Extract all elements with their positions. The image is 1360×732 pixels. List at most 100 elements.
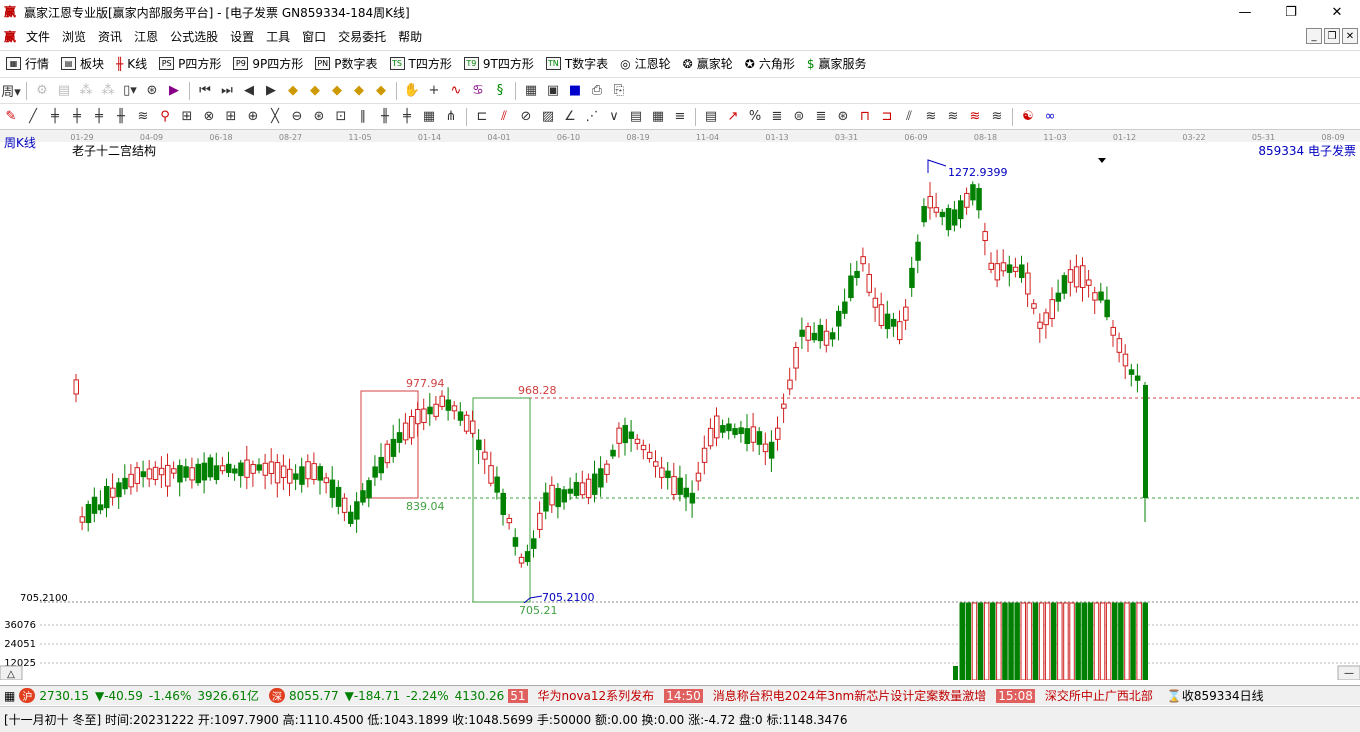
draw-39-icon[interactable]: ⫽ xyxy=(899,107,919,127)
toolbar-p-table-button[interactable]: PN P数字表 xyxy=(309,55,383,72)
draw-27-icon[interactable]: ∨ xyxy=(604,107,624,127)
table-icon[interactable]: ▦ xyxy=(4,689,15,703)
dropdown-arrow-icon[interactable] xyxy=(1098,158,1106,163)
draw-35-icon[interactable]: ≣ xyxy=(811,107,831,127)
draw-3-icon[interactable]: ╪ xyxy=(67,107,87,127)
mdi-close-icon[interactable]: ✕ xyxy=(1342,28,1358,44)
print-icon[interactable]: ⎙ xyxy=(587,81,607,101)
menu-trade[interactable]: 交易委托 xyxy=(332,28,392,45)
draw-11-icon[interactable]: ⊕ xyxy=(243,107,263,127)
diamond-1-icon[interactable]: ◆ xyxy=(283,81,303,101)
draw-21-icon[interactable]: ⊏ xyxy=(472,107,492,127)
mdi-minimize-icon[interactable]: _ xyxy=(1306,28,1322,44)
toolbar-service-button[interactable]: $ 赢家服务 xyxy=(801,55,873,72)
draw-20-icon[interactable]: ⋔ xyxy=(441,107,461,127)
draw-5-icon[interactable]: ╫ xyxy=(111,107,131,127)
toolbar-hexagon-button[interactable]: ✪ 六角形 xyxy=(739,55,801,72)
toolbar-p-square-button[interactable]: PS P四方形 xyxy=(153,55,227,72)
percent-icon[interactable]: ⊛ xyxy=(142,81,162,101)
minimize-icon[interactable]: — xyxy=(1222,0,1268,24)
tool-3-icon[interactable]: ⁂ xyxy=(76,81,96,101)
tool-2-icon[interactable]: ▤ xyxy=(54,81,74,101)
draw-30-icon[interactable]: ≡ xyxy=(670,107,690,127)
toolbar-9p-square-button[interactable]: P9 9P四方形 xyxy=(227,55,309,72)
infinity-icon[interactable]: ∞ xyxy=(1040,107,1060,127)
tool-5-icon[interactable]: ♋ xyxy=(468,81,488,101)
next-icon[interactable]: ▶ xyxy=(261,81,281,101)
toolbar-t-square-button[interactable]: TS T四方形 xyxy=(384,55,458,72)
draw-29-icon[interactable]: ▦ xyxy=(648,107,668,127)
draw-6-icon[interactable]: ≋ xyxy=(133,107,153,127)
draw-22-icon[interactable]: ⫽ xyxy=(494,107,514,127)
save-icon[interactable]: ■ xyxy=(565,81,585,101)
draw-25-icon[interactable]: ∠ xyxy=(560,107,580,127)
draw-38-icon[interactable]: ⊐ xyxy=(877,107,897,127)
close-icon[interactable]: ✕ xyxy=(1314,0,1360,24)
draw-17-icon[interactable]: ╫ xyxy=(375,107,395,127)
draw-12-icon[interactable]: ╳ xyxy=(265,107,285,127)
draw-33-icon[interactable]: ≣ xyxy=(767,107,787,127)
draw-10-icon[interactable]: ⊞ xyxy=(221,107,241,127)
draw-23-icon[interactable]: ⊘ xyxy=(516,107,536,127)
draw-13-icon[interactable]: ⊖ xyxy=(287,107,307,127)
wave-icon[interactable]: ∿ xyxy=(446,81,466,101)
menu-file[interactable]: 文件 xyxy=(20,28,56,45)
menu-browse[interactable]: 浏览 xyxy=(56,28,92,45)
news-item-1[interactable]: 华为nova12系列发布 xyxy=(538,687,655,704)
toolbar-board-button[interactable]: ▤ 板块 xyxy=(55,55,110,72)
draw-9-icon[interactable]: ⊗ xyxy=(199,107,219,127)
toolbar-t-table-button[interactable]: TN T数字表 xyxy=(540,55,614,72)
tool-6-icon[interactable]: § xyxy=(490,81,510,101)
cursor-icon[interactable]: ▯▾ xyxy=(120,81,140,101)
draw-16-icon[interactable]: ∥ xyxy=(353,107,373,127)
draw-2-icon[interactable]: ╪ xyxy=(45,107,65,127)
toolbar-winner-wheel-button[interactable]: ❂ 赢家轮 xyxy=(677,55,739,72)
flag-icon[interactable]: ▶ xyxy=(164,81,184,101)
diamond-5-icon[interactable]: ◆ xyxy=(371,81,391,101)
draw-36-icon[interactable]: ⊛ xyxy=(833,107,853,127)
toolbar-9t-square-button[interactable]: T9 9T四方形 xyxy=(458,55,540,72)
crosshair-icon[interactable]: + xyxy=(424,81,444,101)
pencil-icon[interactable]: ✎ xyxy=(1,107,21,127)
draw-15-icon[interactable]: ⊡ xyxy=(331,107,351,127)
period-dropdown-icon[interactable]: 周▾ xyxy=(1,81,21,101)
toolbar-gann-wheel-button[interactable]: ◎ 江恩轮 xyxy=(614,55,677,72)
draw-28-icon[interactable]: ▤ xyxy=(626,107,646,127)
draw-37-icon[interactable]: ⊓ xyxy=(855,107,875,127)
menu-settings[interactable]: 设置 xyxy=(224,28,260,45)
export-icon[interactable]: ⎘ xyxy=(609,81,629,101)
prev-icon[interactable]: ◀ xyxy=(239,81,259,101)
draw-7-icon[interactable]: ⚲ xyxy=(155,107,175,127)
menu-help[interactable]: 帮助 xyxy=(392,28,428,45)
draw-24-icon[interactable]: ▨ xyxy=(538,107,558,127)
draw-4-icon[interactable]: ╪ xyxy=(89,107,109,127)
diamond-4-icon[interactable]: ◆ xyxy=(349,81,369,101)
mdi-restore-icon[interactable]: ❐ xyxy=(1324,28,1340,44)
draw-1-icon[interactable]: ╱ xyxy=(23,107,43,127)
last-icon[interactable]: ⏭ xyxy=(217,81,237,101)
toolbar-quotes-button[interactable]: ▦ 行情 xyxy=(0,55,55,72)
calculator-icon[interactable]: ▣ xyxy=(543,81,563,101)
tool-4-icon[interactable]: ⁂ xyxy=(98,81,118,101)
maximize-icon[interactable]: ❐ xyxy=(1268,0,1314,24)
menu-tools[interactable]: 工具 xyxy=(260,28,296,45)
draw-32-icon[interactable]: ↗ xyxy=(723,107,743,127)
hand-icon[interactable]: ✋ xyxy=(402,81,422,101)
draw-34-icon[interactable]: ⊜ xyxy=(789,107,809,127)
draw-26-icon[interactable]: ⋰ xyxy=(582,107,602,127)
draw-18-icon[interactable]: ╪ xyxy=(397,107,417,127)
menu-info[interactable]: 资讯 xyxy=(92,28,128,45)
first-icon[interactable]: ⏮ xyxy=(195,81,215,101)
diamond-3-icon[interactable]: ◆ xyxy=(327,81,347,101)
draw-43-icon[interactable]: ≋ xyxy=(987,107,1007,127)
menu-formula[interactable]: 公式选股 xyxy=(164,28,224,45)
calendar-icon[interactable]: ▦ xyxy=(521,81,541,101)
chart-area[interactable]: 01-29 04-09 06-18 08-27 11-05 01-14 04-01 06-10… xyxy=(0,129,1360,681)
menu-window[interactable]: 窗口 xyxy=(296,28,332,45)
diamond-2-icon[interactable]: ◆ xyxy=(305,81,325,101)
menu-gann[interactable]: 江恩 xyxy=(128,28,164,45)
news-item-2[interactable]: 消息称台积电2024年3nm新芯片设计定案数量激增 xyxy=(713,687,986,704)
draw-14-icon[interactable]: ⊛ xyxy=(309,107,329,127)
percent-tool-icon[interactable]: % xyxy=(745,107,765,127)
draw-40-icon[interactable]: ≋ xyxy=(921,107,941,127)
